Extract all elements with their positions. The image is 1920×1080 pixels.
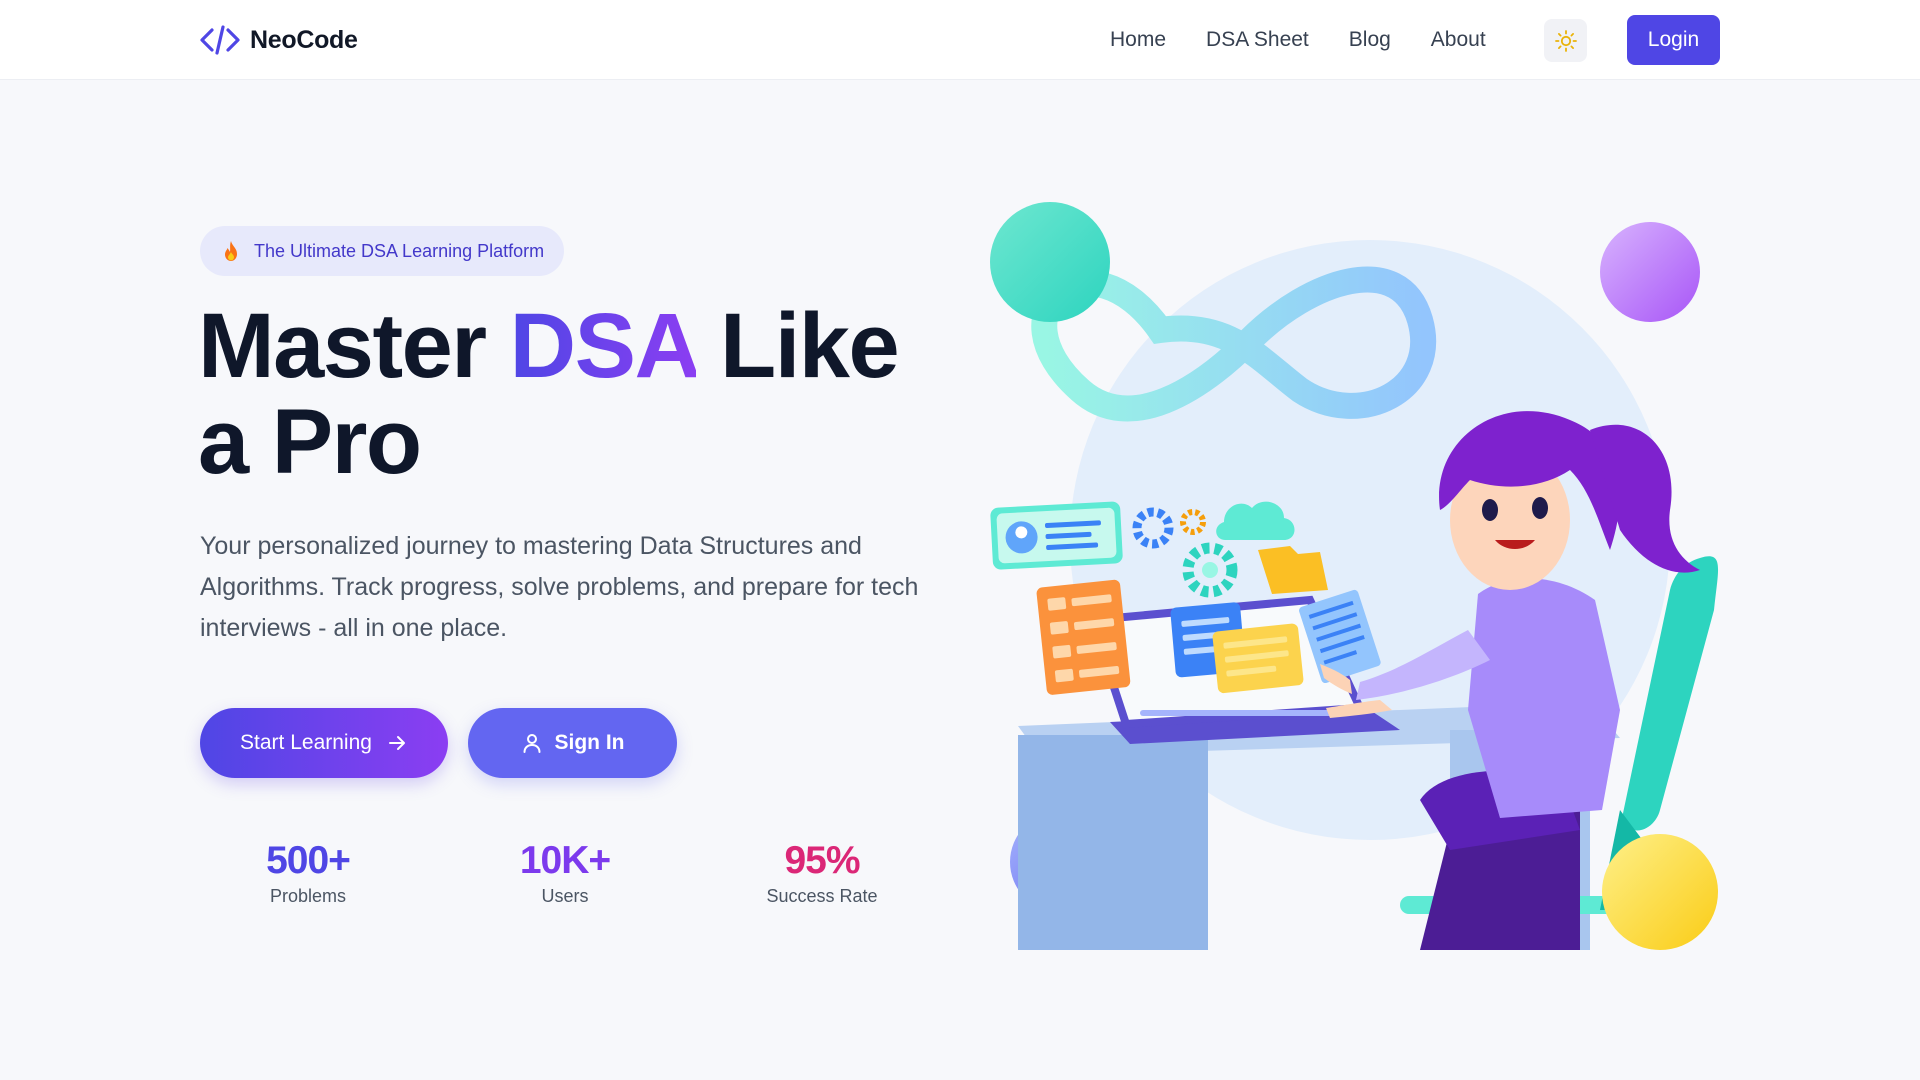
floating-card-profile xyxy=(990,501,1123,570)
login-button[interactable]: Login xyxy=(1627,15,1720,65)
arrow-right-icon xyxy=(388,736,405,750)
brand-logo[interactable]: NeoCode xyxy=(200,22,358,58)
stat-success-rate: 95% Success Rate xyxy=(722,838,922,907)
floating-card-list xyxy=(1036,579,1131,695)
top-navbar: NeoCode Home DSA Sheet Blog About Login xyxy=(0,0,1920,80)
stat-value: 500+ xyxy=(266,839,351,882)
desk-leg-left xyxy=(1018,735,1208,950)
badge-text: The Ultimate DSA Learning Platform xyxy=(254,240,545,261)
headline-accent: DSA xyxy=(509,295,698,397)
sign-in-label: Sign In xyxy=(554,731,625,754)
theme-toggle-button[interactable] xyxy=(1544,19,1587,62)
hero-illustration xyxy=(990,202,1719,950)
nav-blog[interactable]: Blog xyxy=(1349,28,1391,52)
brand-name: NeoCode xyxy=(250,25,358,54)
stat-value: 10K+ xyxy=(519,839,611,882)
main-nav: Home DSA Sheet Blog About xyxy=(1110,0,1526,80)
sign-in-button[interactable]: Sign In xyxy=(468,708,677,778)
start-learning-button[interactable]: Start Learning xyxy=(200,708,448,778)
stat-label: Problems xyxy=(269,886,347,906)
decor-circle-yellow xyxy=(1602,834,1718,950)
hero-subtitle: Your personalized journey to mastering D… xyxy=(200,532,919,642)
fire-icon xyxy=(225,241,237,261)
platform-badge: The Ultimate DSA Learning Platform xyxy=(200,226,565,276)
sun-icon xyxy=(1554,29,1577,52)
start-learning-label: Start Learning xyxy=(240,731,372,754)
decor-circle-purple xyxy=(1600,222,1700,322)
hero-headline: Master DSA Like a Pro xyxy=(198,298,938,490)
stat-label: Success Rate xyxy=(766,886,878,906)
stat-problems: 500+ Problems xyxy=(208,838,408,907)
stat-value: 95% xyxy=(784,839,860,882)
nav-about[interactable]: About xyxy=(1431,28,1486,52)
stat-label: Users xyxy=(541,886,589,906)
floating-card-doc xyxy=(1212,623,1304,694)
stat-users: 10K+ Users xyxy=(465,838,665,907)
user-icon xyxy=(523,734,540,753)
code-brackets-icon xyxy=(200,25,240,55)
nav-home[interactable]: Home xyxy=(1110,28,1166,52)
headline-pre: Master xyxy=(198,295,510,397)
nav-dsa-sheet[interactable]: DSA Sheet xyxy=(1206,28,1309,52)
decor-circle-teal xyxy=(990,202,1110,322)
